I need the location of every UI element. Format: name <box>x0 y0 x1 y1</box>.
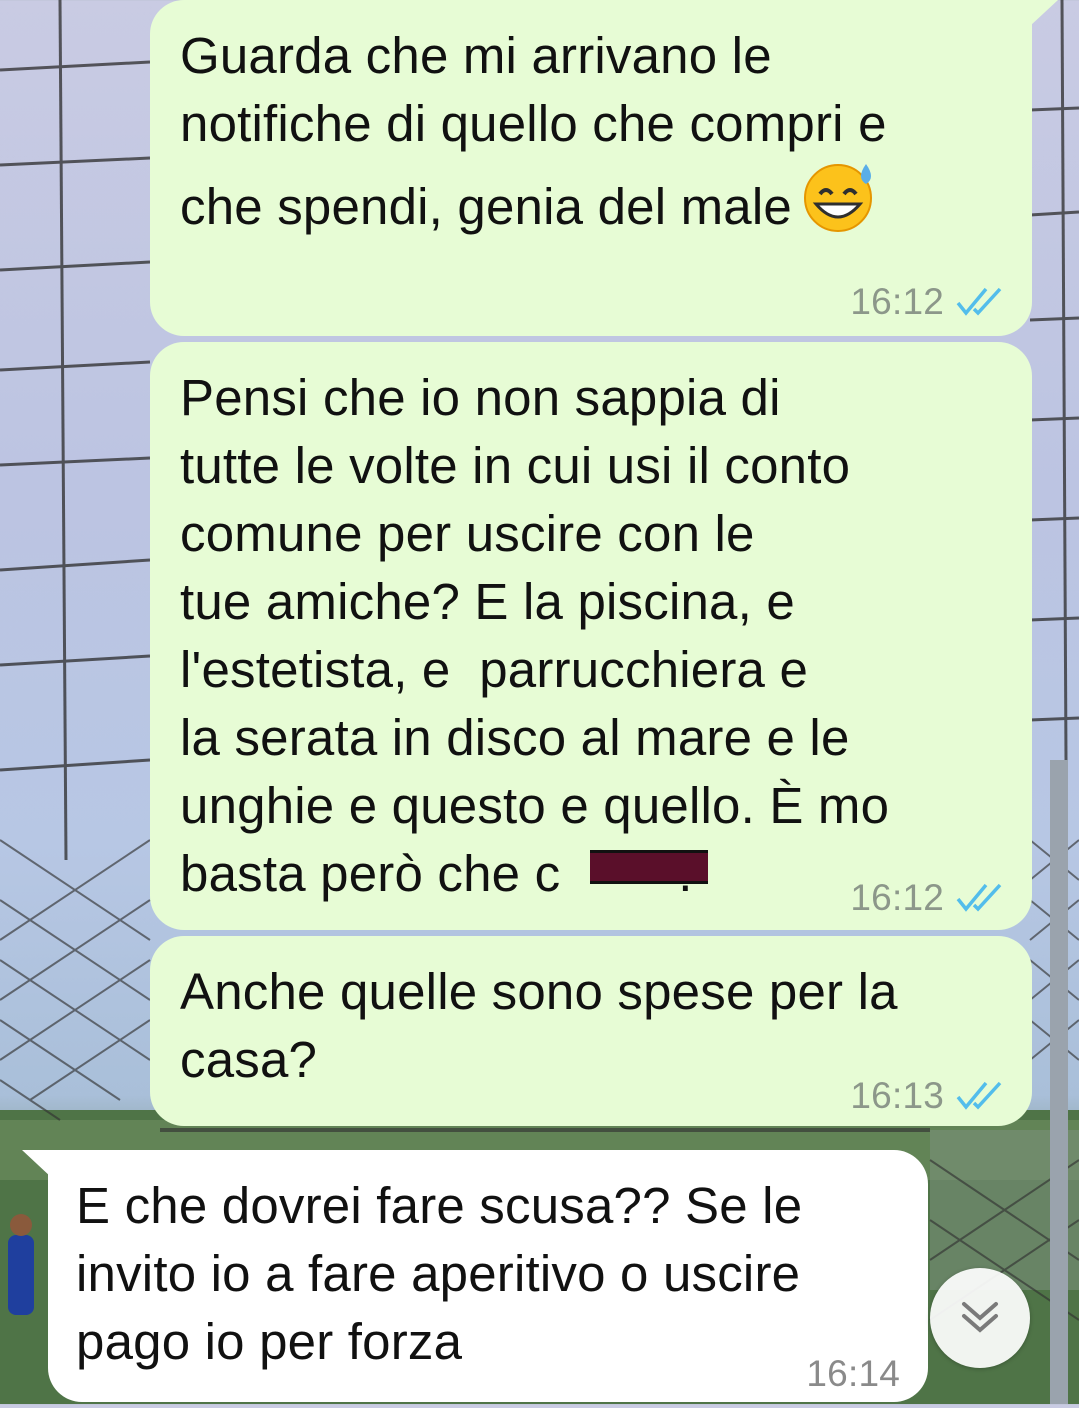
message-meta: 16:12 <box>850 864 1004 932</box>
message-time: 16:13 <box>850 1075 944 1116</box>
message-bubble-outgoing[interactable]: Pensi che io non sappia di tutte le volt… <box>150 342 1032 930</box>
message-time: 16:12 <box>850 877 944 918</box>
message-text: E che dovrei fare scusa?? Se le invito i… <box>76 1177 803 1370</box>
grinning-sweat-emoji <box>802 158 878 251</box>
double-chevron-down-icon <box>962 1302 998 1333</box>
message-meta: 16:13 <box>850 1062 1004 1130</box>
bubble-tail <box>1030 0 1058 26</box>
double-check-read-icon <box>956 287 1002 316</box>
message-time: 16:14 <box>806 1353 900 1394</box>
message-text: Pensi che io non sappia di tutte le volt… <box>180 369 890 902</box>
message-text: Guarda che mi arrivano le notifiche di q… <box>180 22 1002 251</box>
message-bubble-outgoing[interactable]: Anche quelle sono spese per la casa? 16:… <box>150 936 1032 1126</box>
double-check-read-icon <box>956 1081 1002 1110</box>
scroll-to-bottom-button[interactable] <box>930 1268 1030 1368</box>
redaction-mark <box>590 850 708 884</box>
message-bubble-incoming[interactable]: E che dovrei fare scusa?? Se le invito i… <box>48 1150 928 1402</box>
double-check-read-icon <box>956 883 1002 912</box>
message-time: 16:12 <box>850 281 944 322</box>
message-meta: 16:12 <box>850 268 1004 336</box>
message-meta: 16:14 <box>806 1340 900 1408</box>
message-bubble-outgoing[interactable]: Guarda che mi arrivano le notifiche di q… <box>150 0 1032 336</box>
